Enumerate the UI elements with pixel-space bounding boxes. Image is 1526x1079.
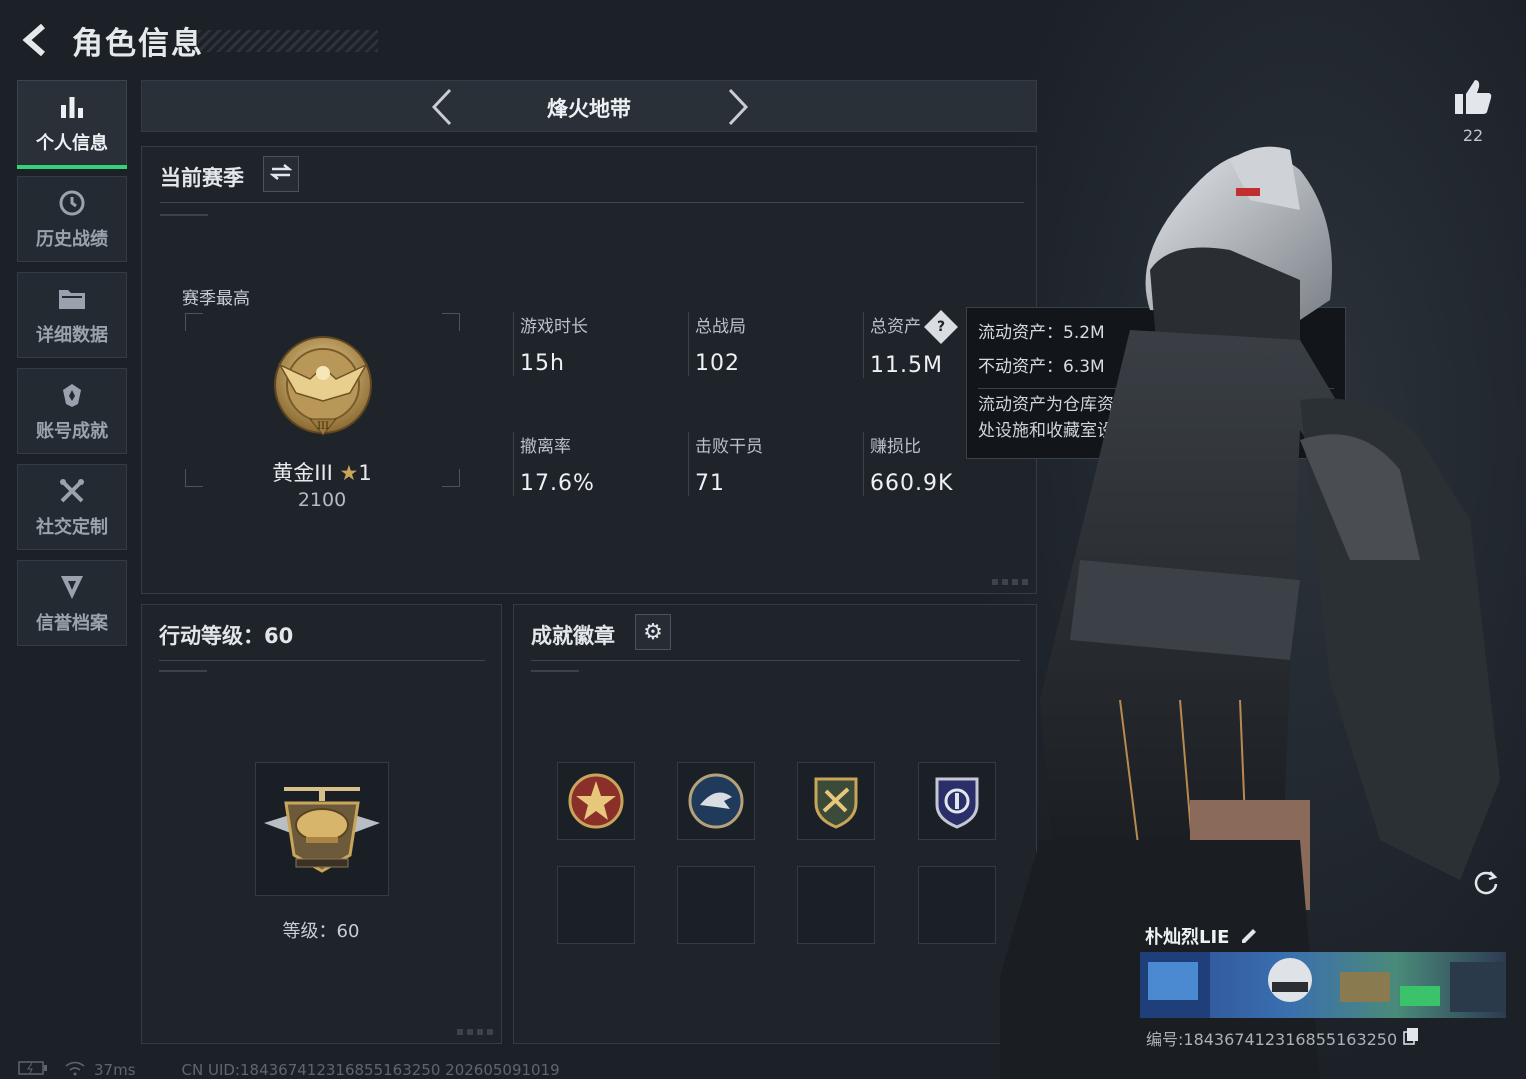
badge-panel: 成就徽章 ⚙ bbox=[513, 604, 1037, 1044]
sidebar-item-label: 信誉档案 bbox=[36, 613, 108, 634]
eagle-medal-icon bbox=[688, 773, 744, 829]
status-bar: 37ms CN UID:184367412316855163250 202605… bbox=[18, 1060, 560, 1079]
like-button[interactable]: 22 bbox=[1450, 78, 1496, 145]
gear-icon: ⚙ bbox=[643, 619, 663, 645]
stat-kills: 击败干员 71 bbox=[688, 432, 848, 496]
thumbs-up-icon bbox=[1455, 80, 1492, 114]
edit-pencil-icon[interactable] bbox=[1239, 925, 1259, 948]
rotate-icon bbox=[1474, 871, 1498, 895]
level-emblem bbox=[255, 762, 389, 896]
sidebar-item-achievements[interactable]: 账号成就 bbox=[17, 368, 127, 454]
mode-selector: 烽火地带 bbox=[141, 80, 1037, 132]
folder-icon bbox=[56, 283, 88, 315]
rank-score: 2100 bbox=[297, 489, 347, 511]
season-panel: 当前赛季 赛季最高 III 黄金III ★1 2100 游戏时长 15h 总战局… bbox=[141, 146, 1037, 594]
stat-total-matches: 总战局 102 bbox=[688, 312, 848, 376]
sidebar-item-personal-info[interactable]: 个人信息 bbox=[17, 80, 127, 169]
level-title: 行动等级：60 bbox=[159, 624, 294, 648]
sidebar: 个人信息 历史战绩 详细数据 账号成就 社交定制 信誉档案 bbox=[17, 80, 127, 656]
sidebar-item-history[interactable]: 历史战绩 bbox=[17, 176, 127, 262]
sidebar-item-detailed-data[interactable]: 详细数据 bbox=[17, 272, 127, 358]
level-value: 等级：60 bbox=[282, 921, 360, 942]
frame-corner bbox=[442, 469, 460, 487]
helicopter-emblem-icon bbox=[264, 787, 380, 873]
tools-icon bbox=[56, 475, 88, 507]
banner-illustration bbox=[1140, 952, 1506, 1018]
badge-slot[interactable] bbox=[677, 762, 755, 840]
badges-title: 成就徽章 bbox=[531, 624, 615, 648]
police-medal-icon bbox=[935, 777, 979, 829]
copy-icon[interactable] bbox=[1403, 1027, 1419, 1049]
page-title: 角色信息 bbox=[72, 25, 204, 62]
ping-value: 37ms bbox=[94, 1061, 136, 1079]
uid-text: CN UID:184367412316855163250 20260509101… bbox=[181, 1061, 560, 1079]
player-id: 编号:184367412316855163250 bbox=[1146, 1026, 1419, 1050]
sidebar-item-label: 社交定制 bbox=[36, 517, 108, 538]
divider bbox=[160, 214, 208, 216]
character-silhouette bbox=[970, 146, 1500, 1079]
sidebar-item-label: 详细数据 bbox=[36, 325, 108, 346]
character-model[interactable] bbox=[970, 140, 1526, 1079]
decoration bbox=[457, 1029, 495, 1035]
badge-slot-empty[interactable] bbox=[677, 866, 755, 944]
player-banner[interactable] bbox=[1140, 952, 1506, 1018]
star-medal-icon bbox=[568, 773, 624, 829]
header: 角色信息 bbox=[18, 18, 378, 62]
frame-corner bbox=[185, 313, 203, 331]
title-decoration bbox=[198, 30, 378, 52]
badge-slot-empty[interactable] bbox=[797, 866, 875, 944]
badge-slot[interactable] bbox=[797, 762, 875, 840]
bar-chart-icon bbox=[56, 91, 88, 123]
badge-slot-empty[interactable] bbox=[557, 866, 635, 944]
badge-settings-button[interactable]: ⚙ bbox=[635, 614, 671, 650]
history-clock-icon bbox=[56, 187, 88, 219]
shield-medal-icon bbox=[814, 777, 858, 829]
badge-slot[interactable] bbox=[557, 762, 635, 840]
sidebar-item-label: 个人信息 bbox=[36, 133, 108, 154]
frame-corner bbox=[185, 469, 203, 487]
badge-slot-empty[interactable] bbox=[918, 866, 996, 944]
divider bbox=[159, 660, 485, 661]
sidebar-item-label: 历史战绩 bbox=[36, 229, 108, 250]
stat-extraction-rate: 撤离率 17.6% bbox=[513, 432, 673, 496]
rank-name: 黄金III ★1 bbox=[272, 461, 372, 485]
battery-icon bbox=[18, 1060, 48, 1079]
sidebar-item-social[interactable]: 社交定制 bbox=[17, 464, 127, 550]
rank-badge-gold-icon: III bbox=[270, 331, 376, 443]
frame-corner bbox=[442, 313, 460, 331]
player-name: 朴灿烈LIE bbox=[1145, 923, 1259, 949]
back-arrow-icon[interactable] bbox=[18, 20, 54, 60]
wifi-icon bbox=[64, 1060, 86, 1079]
badge-slot[interactable] bbox=[918, 762, 996, 840]
divider bbox=[159, 670, 207, 672]
mode-next-arrow-icon[interactable] bbox=[718, 87, 758, 127]
season-title: 当前赛季 bbox=[160, 166, 244, 190]
rotate-character-button[interactable] bbox=[1468, 864, 1504, 900]
season-best-label: 赛季最高 bbox=[182, 289, 250, 309]
mode-title: 烽火地带 bbox=[547, 97, 631, 121]
sidebar-item-credit[interactable]: 信誉档案 bbox=[17, 560, 127, 646]
divider bbox=[160, 202, 1024, 203]
swap-icon bbox=[269, 163, 293, 185]
season-switch-button[interactable] bbox=[263, 156, 299, 192]
svg-text:III: III bbox=[317, 421, 329, 432]
level-panel: 行动等级：60 等级：60 bbox=[141, 604, 502, 1044]
stat-playtime: 游戏时长 15h bbox=[513, 312, 673, 376]
star-icon: ★ bbox=[339, 461, 359, 485]
help-icon[interactable]: ? bbox=[924, 310, 958, 344]
divider bbox=[531, 660, 1020, 661]
achievement-icon bbox=[56, 379, 88, 411]
divider bbox=[531, 670, 579, 672]
credit-shield-icon bbox=[56, 571, 88, 603]
like-count: 22 bbox=[1462, 126, 1484, 145]
sidebar-item-label: 账号成就 bbox=[36, 421, 108, 442]
